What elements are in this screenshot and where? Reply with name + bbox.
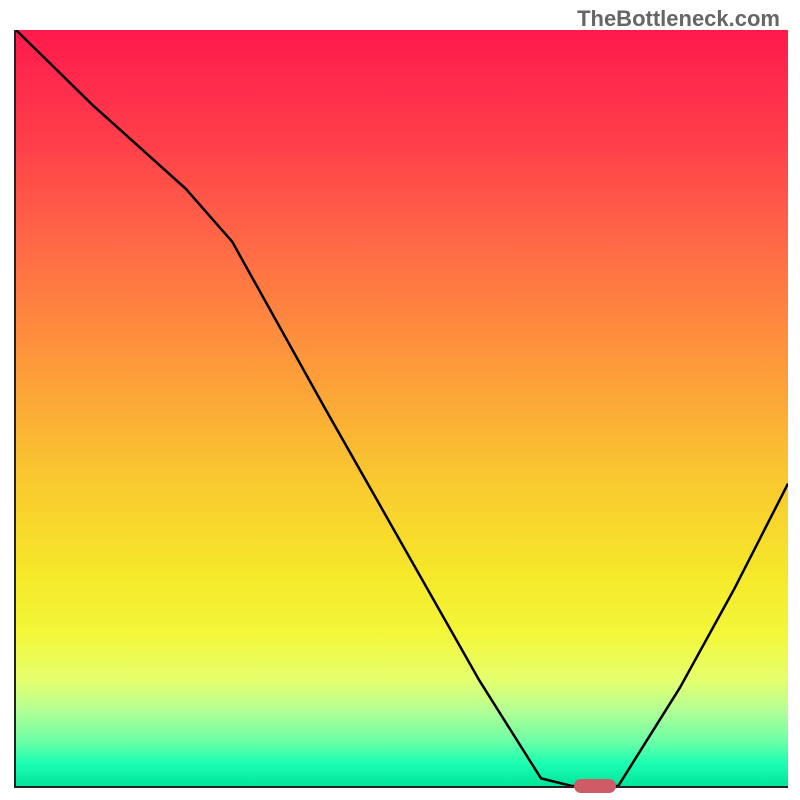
plot-area <box>14 30 788 788</box>
optimal-marker <box>574 779 616 793</box>
curve-path <box>16 30 788 786</box>
bottleneck-curve <box>16 30 788 786</box>
chart-container: TheBottleneck.com <box>0 0 800 800</box>
watermark-text: TheBottleneck.com <box>577 6 780 32</box>
